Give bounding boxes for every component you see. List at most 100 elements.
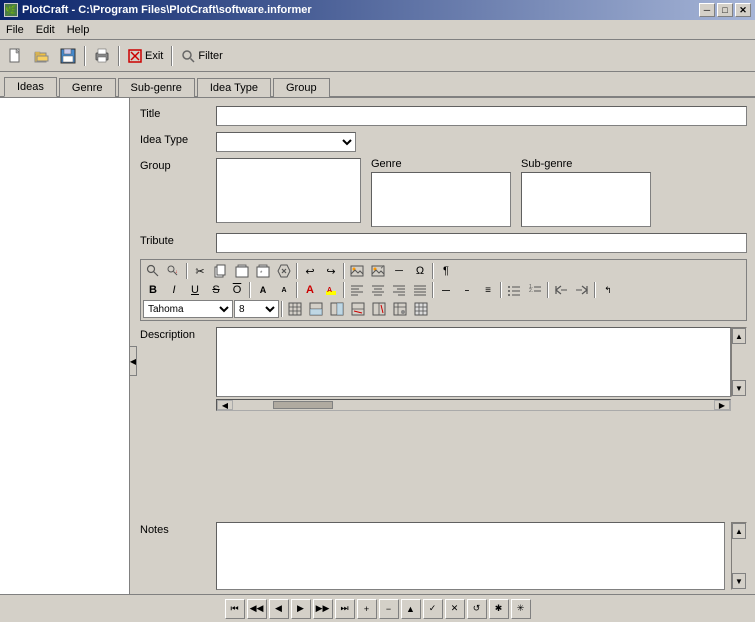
rte-bold-btn[interactable]: B bbox=[143, 281, 163, 299]
nav-up-btn[interactable]: ▲ bbox=[401, 599, 421, 619]
rte-pastespecial-btn[interactable]: * bbox=[253, 262, 273, 280]
rte-findreplace-btn[interactable]: ↓ bbox=[164, 262, 184, 280]
print-button[interactable] bbox=[90, 44, 114, 68]
rte-dash2-btn[interactable]: – bbox=[457, 281, 477, 299]
rte-paste-btn[interactable] bbox=[232, 262, 252, 280]
ideatype-select[interactable] bbox=[216, 132, 356, 152]
svg-text:2.: 2. bbox=[529, 288, 533, 294]
rte-redo-btn[interactable]: ↪ bbox=[321, 262, 341, 280]
group-textarea[interactable] bbox=[216, 158, 361, 223]
rte-image-btn[interactable] bbox=[347, 262, 367, 280]
rte-delete-btn[interactable] bbox=[274, 262, 294, 280]
nav-prev-btn[interactable]: ◀ bbox=[269, 599, 289, 619]
desc-hscroll-left[interactable]: ◀ bbox=[217, 400, 233, 410]
rte-para-btn[interactable]: ¶ bbox=[436, 262, 456, 280]
nav-nextnext-btn[interactable]: ▶▶ bbox=[313, 599, 333, 619]
rte-special-btn[interactable]: Ω bbox=[410, 262, 430, 280]
rte-ul-btn[interactable] bbox=[504, 281, 524, 299]
rte-find-btn[interactable] bbox=[143, 262, 163, 280]
close-button[interactable]: ✕ bbox=[735, 3, 751, 17]
rte-tableset-btn[interactable] bbox=[390, 300, 410, 318]
tabs-bar: Ideas Genre Sub-genre Idea Type Group bbox=[0, 72, 755, 98]
title-input[interactable] bbox=[216, 106, 747, 126]
tab-genre[interactable]: Genre bbox=[59, 78, 116, 97]
rte-overline-btn[interactable]: O bbox=[227, 281, 247, 299]
nav-cancel-btn[interactable]: ✕ bbox=[445, 599, 465, 619]
rte-aligncenter-btn[interactable] bbox=[368, 281, 388, 299]
rte-tablecol-btn[interactable] bbox=[327, 300, 347, 318]
tab-ideas[interactable]: Ideas bbox=[4, 77, 57, 97]
rte-copy-btn[interactable] bbox=[211, 262, 231, 280]
filter-button[interactable]: Filter bbox=[177, 47, 226, 65]
menu-help[interactable]: Help bbox=[61, 22, 96, 38]
nav-last-btn[interactable]: ⏭ bbox=[335, 599, 355, 619]
rte-cut-btn[interactable]: ✂ bbox=[190, 262, 210, 280]
rte-tablerow-btn[interactable] bbox=[306, 300, 326, 318]
sidebar-collapse-btn[interactable]: ◀ bbox=[129, 346, 137, 376]
rte-ol-btn[interactable]: 1.2. bbox=[525, 281, 545, 299]
rte-font-select[interactable]: Tahoma bbox=[143, 300, 233, 318]
subgenre-textarea[interactable] bbox=[521, 172, 651, 227]
rte-imgmgr-btn[interactable]: ✓ bbox=[368, 262, 388, 280]
desc-scroll-up[interactable]: ▲ bbox=[732, 328, 746, 344]
nav-star-btn[interactable]: ✱ bbox=[489, 599, 509, 619]
rte-fontsizesm-btn[interactable]: A bbox=[274, 281, 294, 299]
nav-next-btn[interactable]: ▶ bbox=[291, 599, 311, 619]
tribute-input[interactable] bbox=[216, 233, 747, 253]
save-button[interactable] bbox=[56, 44, 80, 68]
nav-refresh-btn[interactable]: ↺ bbox=[467, 599, 487, 619]
rte-tablefull-btn[interactable] bbox=[411, 300, 431, 318]
rte-fontsize-btn[interactable]: A bbox=[253, 281, 273, 299]
new-button[interactable] bbox=[4, 44, 28, 68]
nav-info-btn[interactable]: ✳ bbox=[511, 599, 531, 619]
rte-tabledelcol-btn[interactable] bbox=[369, 300, 389, 318]
tab-subgenre[interactable]: Sub-genre bbox=[118, 78, 195, 97]
rte-alignright-btn[interactable] bbox=[389, 281, 409, 299]
nav-prevprev-btn[interactable]: ◀◀ bbox=[247, 599, 267, 619]
description-textarea[interactable] bbox=[216, 327, 731, 397]
notes-scrollbar-v[interactable]: ▲ ▼ bbox=[731, 522, 747, 590]
svg-text:✓: ✓ bbox=[380, 265, 385, 271]
exit-button[interactable]: Exit bbox=[124, 47, 167, 65]
tab-ideatype[interactable]: Idea Type bbox=[197, 78, 271, 97]
rte-justify-btn[interactable] bbox=[410, 281, 430, 299]
rte-alignleft-btn[interactable] bbox=[347, 281, 367, 299]
rte-italic-btn[interactable]: I bbox=[164, 281, 184, 299]
genre-textarea[interactable] bbox=[371, 172, 511, 227]
rte-hline-btn[interactable]: ─ bbox=[389, 262, 409, 280]
menu-file[interactable]: File bbox=[0, 22, 30, 38]
rte-dash1-btn[interactable]: — bbox=[436, 281, 456, 299]
nav-check-btn[interactable]: ✓ bbox=[423, 599, 443, 619]
minimize-button[interactable]: ─ bbox=[699, 3, 715, 17]
rte-indent-inc-btn[interactable] bbox=[572, 281, 592, 299]
toolbar-sep-1 bbox=[84, 46, 86, 66]
rte-rtl-btn[interactable]: ↰ bbox=[598, 281, 618, 299]
rte-underline-btn[interactable]: U bbox=[185, 281, 205, 299]
description-scrollbar-v[interactable]: ▲ ▼ bbox=[731, 327, 747, 397]
rte-dash3-btn[interactable]: ≡ bbox=[478, 281, 498, 299]
menu-edit[interactable]: Edit bbox=[30, 22, 61, 38]
notes-textarea[interactable] bbox=[216, 522, 725, 590]
notes-scroll-up[interactable]: ▲ bbox=[732, 523, 746, 539]
rte-table-btn[interactable] bbox=[285, 300, 305, 318]
rte-toolbar: ↓ ✂ * ↩ ↪ bbox=[140, 259, 747, 321]
notes-scroll-down[interactable]: ▼ bbox=[732, 573, 746, 589]
toolbar-sep-2 bbox=[118, 46, 120, 66]
nav-del-btn[interactable]: − bbox=[379, 599, 399, 619]
rte-undo-btn[interactable]: ↩ bbox=[300, 262, 320, 280]
rte-tabledelrow-btn[interactable] bbox=[348, 300, 368, 318]
nav-first-btn[interactable]: ⏮ bbox=[225, 599, 245, 619]
open-button[interactable] bbox=[30, 44, 54, 68]
ideatype-label: Idea Type bbox=[140, 132, 210, 146]
description-row: Description ▲ ▼ ◀ ▶ bbox=[140, 327, 747, 514]
rte-fontcolor-btn[interactable]: A bbox=[300, 281, 320, 299]
maximize-button[interactable]: □ bbox=[717, 3, 733, 17]
desc-hscroll-right[interactable]: ▶ bbox=[714, 400, 730, 410]
desc-scroll-down[interactable]: ▼ bbox=[732, 380, 746, 396]
nav-add-btn[interactable]: + bbox=[357, 599, 377, 619]
rte-indent-dec-btn[interactable] bbox=[551, 281, 571, 299]
rte-size-select[interactable]: 8 bbox=[234, 300, 279, 318]
rte-strike-btn[interactable]: S bbox=[206, 281, 226, 299]
rte-highlight-btn[interactable]: A bbox=[321, 281, 341, 299]
tab-group[interactable]: Group bbox=[273, 78, 330, 97]
